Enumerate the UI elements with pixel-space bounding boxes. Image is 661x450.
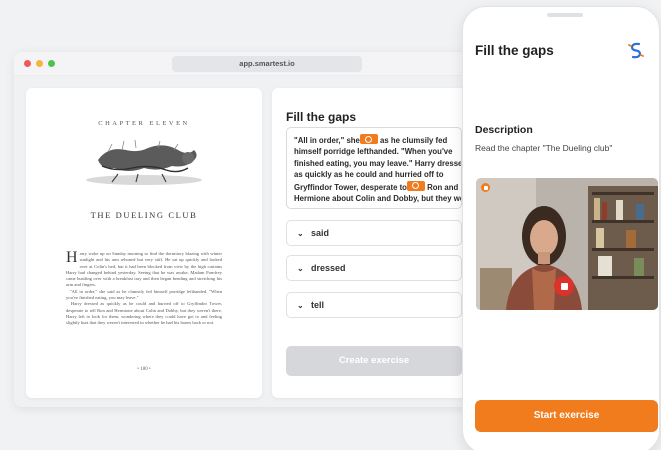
create-exercise-button[interactable]: Create exercise <box>286 346 462 376</box>
maximize-window-dot[interactable] <box>48 60 55 67</box>
book-paragraph: Harry dressed as quickly as he could and… <box>66 301 223 326</box>
chapter-label: CHAPTER ELEVEN <box>98 120 190 127</box>
description-label: Description <box>475 124 533 136</box>
option-tell[interactable]: ⌄ tell <box>286 292 462 318</box>
video-preview[interactable] <box>476 178 658 310</box>
smartest-logo-icon <box>626 40 646 60</box>
record-indicator-icon <box>481 183 490 192</box>
start-exercise-button[interactable]: Start exercise <box>475 400 658 432</box>
gap-placeholder-icon[interactable] <box>406 180 425 191</box>
description-text: Read the chapter "The Dueling club" <box>475 143 613 153</box>
chevron-down-icon: ⌄ <box>297 301 304 310</box>
text-line: as quickly as he could and hurried off t… <box>294 170 444 180</box>
book-chapter-title: THE DUELING CLUB <box>90 210 198 220</box>
book-page: CHAPTER ELEVEN THE DUELING CLUB H arry w… <box>26 88 262 398</box>
phone-title: Fill the gaps <box>475 43 554 58</box>
page-number: • 180 • <box>137 367 151 372</box>
app-content: CHAPTER ELEVEN THE DUELING CLUB H arry w… <box>14 76 484 407</box>
stop-recording-button[interactable] <box>554 276 574 296</box>
panel-title: Fill the gaps <box>286 110 357 124</box>
window-controls <box>24 60 55 67</box>
text-line: Gryffindor Tower, desperate to Ron and <box>294 180 459 192</box>
chevron-down-icon: ⌄ <box>297 264 304 273</box>
book-paragraph: arry woke up on Sunday morning to find t… <box>66 251 222 288</box>
text-line: "All in order," she as he clumsily fed <box>294 134 448 145</box>
gap-placeholder-icon[interactable] <box>359 134 378 144</box>
option-said[interactable]: ⌄ said <box>286 220 462 246</box>
option-dressed[interactable]: ⌄ dressed <box>286 255 462 281</box>
phone-mockup: Fill the gaps Description Read the chapt… <box>462 6 660 450</box>
drop-cap: H <box>66 249 78 266</box>
text-line: himself porridge lefthanded. "When you'v… <box>294 147 453 157</box>
text-line: Hermione about Colin and Dobby, but they… <box>294 194 461 204</box>
chevron-down-icon: ⌄ <box>297 229 304 238</box>
exercise-panel: Fill the gaps "All in order," she as he … <box>272 88 472 398</box>
book-body-text: H arry woke up on Sunday morning to find… <box>66 249 223 327</box>
book-paragraph: "All in order," she said as he clumsily … <box>66 288 223 301</box>
browser-titlebar: app.smartest.io <box>14 52 484 76</box>
address-bar[interactable]: app.smartest.io <box>172 56 362 72</box>
text-line: finished eating, you may leave." Harry d… <box>294 158 462 168</box>
browser-window: app.smartest.io CHAPTER ELEVEN THE DUELI… <box>14 52 484 407</box>
phone-notch <box>547 13 583 17</box>
chapter-illustration <box>86 139 202 185</box>
close-window-dot[interactable] <box>24 60 31 67</box>
minimize-window-dot[interactable] <box>36 60 43 67</box>
exercise-text-box[interactable]: "All in order," she as he clumsily fed h… <box>286 127 462 209</box>
